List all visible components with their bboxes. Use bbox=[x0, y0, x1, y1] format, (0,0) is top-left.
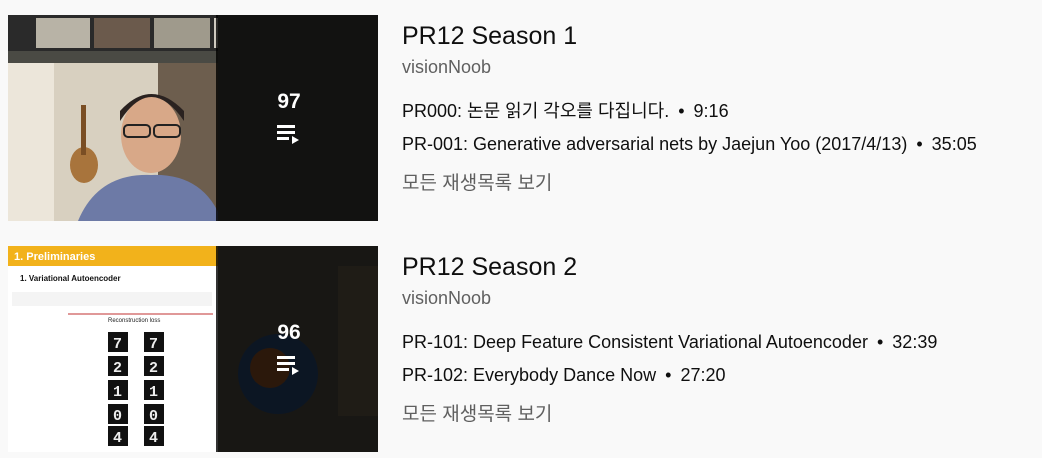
video-count: 96 bbox=[277, 321, 301, 344]
channel-name[interactable]: visionNoob bbox=[402, 286, 1032, 310]
video-link[interactable]: PR000: 논문 읽기 각오를 다집니다. • 9:16 bbox=[402, 99, 1032, 132]
playlist-count-overlay: 96 bbox=[216, 246, 378, 452]
slide-subheader: 1. Variational Autoencoder bbox=[20, 274, 121, 283]
video-title: PR000: 논문 읽기 각오를 다집니다. bbox=[402, 101, 670, 121]
video-duration: 35:05 bbox=[931, 134, 977, 154]
view-full-playlist-link[interactable]: 모든 재생목록 보기 bbox=[402, 171, 1032, 197]
video-count: 97 bbox=[277, 90, 301, 113]
slide-header: 1. Preliminaries bbox=[14, 251, 95, 263]
playlist-icon bbox=[277, 356, 299, 375]
digit-tile: 7 bbox=[149, 336, 158, 353]
playlist-title[interactable]: PR12 Season 2 bbox=[402, 252, 1032, 282]
digit-tile: 0 bbox=[149, 408, 158, 425]
digit-tile: 1 bbox=[113, 384, 122, 401]
video-title: PR-102: Everybody Dance Now bbox=[402, 365, 657, 385]
video-title: PR-101: Deep Feature Consistent Variatio… bbox=[402, 332, 868, 352]
playlist-count-overlay: 97 bbox=[216, 15, 378, 221]
separator-dot: • bbox=[678, 101, 685, 121]
playlist-icon bbox=[277, 125, 299, 144]
playlist-item: 1. Preliminaries 1. Variational Autoenco… bbox=[8, 246, 1038, 452]
playlist-info: PR12 Season 1 visionNoob PR000: 논문 읽기 각오… bbox=[402, 15, 1032, 221]
playlist-thumbnail[interactable]: 97 bbox=[8, 15, 378, 221]
separator-dot: • bbox=[665, 365, 672, 385]
digit-tile: 0 bbox=[113, 408, 122, 425]
playlist-thumbnail[interactable]: 1. Preliminaries 1. Variational Autoenco… bbox=[8, 246, 378, 452]
video-link[interactable]: PR-101: Deep Feature Consistent Variatio… bbox=[402, 330, 1032, 363]
video-duration: 9:16 bbox=[693, 101, 729, 121]
playlist-info: PR12 Season 2 visionNoob PR-101: Deep Fe… bbox=[402, 246, 1032, 452]
digit-tile: 2 bbox=[149, 360, 158, 377]
video-list: PR-101: Deep Feature Consistent Variatio… bbox=[402, 330, 1032, 396]
video-duration: 27:20 bbox=[680, 365, 726, 385]
digit-tile: 7 bbox=[113, 336, 122, 353]
digit-tile: 2 bbox=[113, 360, 122, 377]
digit-tile: 4 bbox=[113, 430, 122, 447]
slide-caption: Reconstruction loss bbox=[108, 318, 160, 324]
video-list: PR000: 논문 읽기 각오를 다집니다. • 9:16 PR-001: Ge… bbox=[402, 99, 1032, 165]
video-duration: 32:39 bbox=[892, 332, 938, 352]
view-full-playlist-link[interactable]: 모든 재생목록 보기 bbox=[402, 402, 1032, 428]
video-title: PR-001: Generative adversarial nets by J… bbox=[402, 134, 908, 154]
playlist-item: 97 PR12 Season 1 visionNoob PR000: 논문 읽기… bbox=[8, 15, 1038, 221]
digit-tile: 4 bbox=[149, 430, 158, 447]
video-link[interactable]: PR-001: Generative adversarial nets by J… bbox=[402, 132, 1032, 165]
channel-name[interactable]: visionNoob bbox=[402, 55, 1032, 79]
digit-tile: 1 bbox=[149, 384, 158, 401]
separator-dot: • bbox=[876, 332, 884, 352]
playlist-title[interactable]: PR12 Season 1 bbox=[402, 21, 1032, 51]
video-link[interactable]: PR-102: Everybody Dance Now • 27:20 bbox=[402, 363, 1032, 396]
separator-dot: • bbox=[916, 134, 923, 154]
